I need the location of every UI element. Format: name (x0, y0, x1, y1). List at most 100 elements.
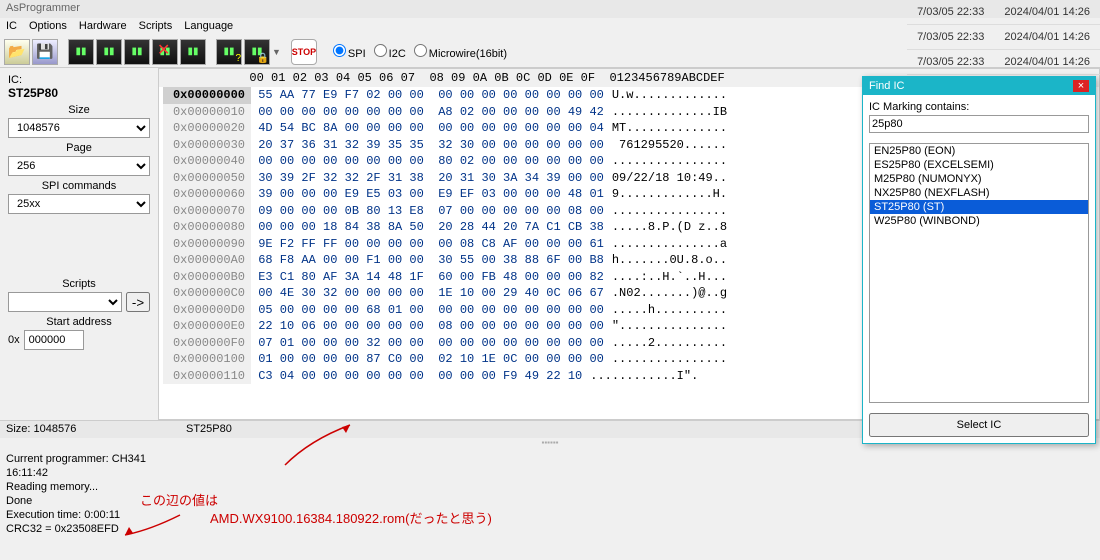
hex-ascii: h.......0U.8.o.. (612, 252, 727, 269)
hex-bytes: 4D 54 BC 8A 00 00 00 00 00 00 00 00 00 0… (251, 120, 604, 137)
hex-ascii: 09/22/18 10:49.. (612, 170, 727, 187)
hex-ascii: .N02.......)@..g (612, 285, 727, 302)
menu-scripts[interactable]: Scripts (139, 20, 173, 32)
stop-button[interactable]: STOP (291, 39, 317, 65)
hex-bytes: 68 F8 AA 00 00 F1 00 00 30 55 00 38 88 6… (251, 252, 604, 269)
hex-addr: 0x00000030 (163, 137, 251, 154)
find-title: Find IC (869, 80, 904, 92)
menu-hardware[interactable]: Hardware (79, 20, 127, 32)
start-addr-input[interactable] (24, 330, 84, 350)
hex-addr: 0x000000A0 (163, 252, 251, 269)
hex-bytes: 01 00 00 00 00 87 C0 00 02 10 1E 0C 00 0… (251, 351, 604, 368)
scripts-run-button[interactable]: -> (126, 292, 150, 312)
hex-addr: 0x00000100 (163, 351, 251, 368)
hex-ascii: ....:..H.`..H... (612, 269, 727, 286)
page-select[interactable]: 256 (8, 156, 150, 176)
list-item[interactable]: ST25P80 (ST) (870, 200, 1088, 214)
find-ic-dialog: Find IC × IC Marking contains: EN25P80 (… (862, 76, 1096, 444)
hex-ascii: ................ (612, 351, 727, 368)
hex-addr: 0x00000020 (163, 120, 251, 137)
hex-bytes: 30 39 2F 32 32 2F 31 38 20 31 30 3A 34 3… (251, 170, 604, 187)
scripts-label: Scripts (8, 278, 150, 290)
list-item[interactable]: ES25P80 (EXCELSEMI) (870, 158, 1088, 172)
chip-btn-3[interactable]: ▮▮ (124, 39, 150, 65)
find-input[interactable] (869, 115, 1089, 133)
hex-addr: 0x000000C0 (163, 285, 251, 302)
size-label: Size (8, 104, 150, 116)
scripts-select[interactable] (8, 292, 122, 312)
hex-ascii: "............... (612, 318, 727, 335)
bg-time-row: 7/03/05 22:332024/04/01 14:26 (907, 25, 1100, 50)
save-button[interactable]: 💾 (32, 39, 58, 65)
hex-addr: 0x00000040 (163, 153, 251, 170)
hex-bytes: 00 4E 30 32 00 00 00 00 1E 10 00 29 40 0… (251, 285, 604, 302)
menu-options[interactable]: Options (29, 20, 67, 32)
hex-ascii: U.w............. (612, 87, 727, 104)
hex-bytes: E3 C1 80 AF 3A 14 48 1F 60 00 FB 48 00 0… (251, 269, 604, 286)
find-label: IC Marking contains: (869, 101, 969, 113)
hex-addr: 0x00000000 (163, 87, 251, 104)
hex-bytes: 55 AA 77 E9 F7 02 00 00 00 00 00 00 00 0… (251, 87, 604, 104)
hex-bytes: 09 00 00 00 0B 80 13 E8 07 00 00 00 00 0… (251, 203, 604, 220)
status-size: Size: 1048576 (6, 423, 186, 436)
hex-bytes: 20 37 36 31 32 39 35 35 32 30 00 00 00 0… (251, 137, 604, 154)
chip-erase-button[interactable]: ▮▮✕ (152, 39, 178, 65)
hex-prefix: 0x (8, 334, 20, 346)
menu-language[interactable]: Language (184, 20, 233, 32)
list-item[interactable]: W25P80 (WINBOND) (870, 214, 1088, 228)
hex-ascii: 9.............H. (612, 186, 727, 203)
spi-radio[interactable]: SPI (327, 44, 366, 60)
i2c-radio[interactable]: I2C (368, 44, 406, 60)
menu-ic[interactable]: IC (6, 20, 17, 32)
find-results-list[interactable]: EN25P80 (EON)ES25P80 (EXCELSEMI)M25P80 (… (869, 143, 1089, 403)
hex-bytes: 00 00 00 18 84 38 8A 50 20 28 44 20 7A C… (251, 219, 604, 236)
hex-addr: 0x000000F0 (163, 335, 251, 352)
hex-addr: 0x00000070 (163, 203, 251, 220)
hex-addr: 0x00000090 (163, 236, 251, 253)
chip-btn-5[interactable]: ▮▮ (180, 39, 206, 65)
microwire-radio[interactable]: Microwire(16bit) (408, 44, 507, 60)
chip-lock-button[interactable]: ▮▮🔒 (244, 39, 270, 65)
log-panel: Current programmer: CH341 16:11:42 Readi… (0, 448, 1100, 540)
hex-addr: 0x00000010 (163, 104, 251, 121)
list-item[interactable]: NX25P80 (NEXFLASH) (870, 186, 1088, 200)
spi-cmds-label: SPI commands (8, 180, 150, 192)
hex-addr: 0x000000B0 (163, 269, 251, 286)
hex-ascii: ...............a (612, 236, 727, 253)
chip-btn-6[interactable]: ▮▮? (216, 39, 242, 65)
hex-bytes: 07 01 00 00 00 32 00 00 00 00 00 00 00 0… (251, 335, 604, 352)
ic-label: IC: (8, 74, 150, 86)
hex-ascii: ................ (612, 153, 727, 170)
hex-ascii: ..............IB (612, 104, 727, 121)
close-icon[interactable]: × (1073, 80, 1089, 92)
hex-addr: 0x000000D0 (163, 302, 251, 319)
bg-time-row: 7/03/05 22:332024/04/01 14:26 (907, 0, 1100, 25)
hex-bytes: 00 00 00 00 00 00 00 00 A8 02 00 00 00 0… (251, 104, 604, 121)
page-label: Page (8, 142, 150, 154)
size-select[interactable]: 1048576 (8, 118, 150, 138)
hex-ascii: ............I". (590, 368, 698, 385)
hex-addr: 0x00000110 (163, 368, 251, 385)
hex-addr: 0x000000E0 (163, 318, 251, 335)
hex-bytes: 05 00 00 00 00 68 01 00 00 00 00 00 00 0… (251, 302, 604, 319)
hex-ascii: 761295520...... (612, 137, 727, 154)
start-addr-label: Start address (8, 316, 150, 328)
hex-bytes: 22 10 06 00 00 00 00 00 08 00 00 00 00 0… (251, 318, 604, 335)
hex-addr: 0x00000060 (163, 186, 251, 203)
status-ic: ST25P80 (186, 423, 232, 436)
list-item[interactable]: EN25P80 (EON) (870, 144, 1088, 158)
hex-ascii: .....h.......... (612, 302, 727, 319)
hex-ascii: ................ (612, 203, 727, 220)
open-button[interactable]: 📂 (4, 39, 30, 65)
chip-btn-2[interactable]: ▮▮ (96, 39, 122, 65)
bg-time-row: 7/03/05 22:332024/04/01 14:26 (907, 50, 1100, 75)
hex-bytes: 9E F2 FF FF 00 00 00 00 00 08 C8 AF 00 0… (251, 236, 604, 253)
list-item[interactable]: M25P80 (NUMONYX) (870, 172, 1088, 186)
spi-cmds-select[interactable]: 25xx (8, 194, 150, 214)
hex-ascii: .....2.......... (612, 335, 727, 352)
select-ic-button[interactable]: Select IC (869, 413, 1089, 437)
hex-bytes: C3 04 00 00 00 00 00 00 00 00 00 F9 49 2… (251, 368, 582, 385)
hex-bytes: 00 00 00 00 00 00 00 00 80 02 00 00 00 0… (251, 153, 604, 170)
chip-btn-1[interactable]: ▮▮ (68, 39, 94, 65)
hex-ascii: .....8.P.(D z..8 (612, 219, 727, 236)
